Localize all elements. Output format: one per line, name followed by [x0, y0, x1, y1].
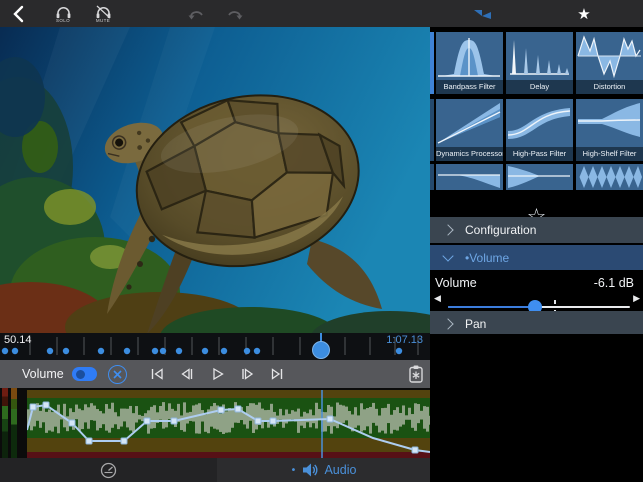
tile-label: Bandpass Filter [436, 80, 503, 94]
scrolled-tile-sliver [430, 99, 434, 161]
slider-increase-arrow[interactable]: ▶ [633, 294, 640, 304]
tile-label: High-Pass Filter [506, 147, 573, 161]
skip-to-start-button[interactable] [149, 366, 167, 382]
dynamics-fan-icon [436, 99, 503, 147]
delay-impulses-icon [506, 32, 573, 80]
section-label: Pan [465, 317, 486, 331]
section-volume[interactable]: •Volume [430, 245, 643, 270]
toggle-knob [76, 370, 85, 379]
section-configuration[interactable]: Configuration [430, 217, 643, 243]
step-back-icon [179, 366, 196, 382]
tab-audio[interactable]: • Audio [217, 458, 430, 482]
back-button[interactable] [6, 0, 30, 27]
undo-icon [187, 7, 205, 21]
favorites-star-button[interactable]: ★ [570, 0, 598, 27]
tab-audio-label: Audio [324, 463, 356, 477]
effect-tile-highpass[interactable]: High-Pass Filter [506, 99, 573, 161]
video-preview[interactable] [0, 27, 430, 333]
skip-to-end-button[interactable] [269, 366, 287, 382]
slider-detent-mark [554, 300, 556, 304]
skip-start-icon [149, 366, 166, 382]
effect-tile-notch[interactable] [506, 164, 573, 190]
volume-control-section: Volume -6.1 dB ◀ ▶ [430, 270, 643, 309]
audio-track-area [0, 388, 430, 458]
frame-forward-button[interactable] [239, 366, 257, 382]
tile-label: Dynamics Processor [436, 147, 503, 161]
headphones-mute-icon [95, 5, 112, 19]
top-toolbar: SOLO MUTE [0, 0, 643, 27]
solo-button[interactable]: SOLO [48, 0, 78, 27]
modified-dot: • [291, 465, 297, 476]
slider-decrease-arrow[interactable]: ◀ [434, 294, 441, 304]
audio-effects-icon [473, 7, 493, 20]
audio-level-meter-left [2, 388, 8, 458]
current-timecode: 50.14 [4, 334, 32, 346]
redo-button[interactable] [222, 0, 248, 27]
step-forward-icon [239, 366, 256, 382]
notch-curve-icon [506, 164, 573, 190]
effect-tile-tremolo[interactable] [576, 164, 643, 190]
sea-turtle-frame [0, 27, 430, 333]
effect-tile-delay[interactable]: Delay [506, 32, 573, 94]
effect-tile-highshelf[interactable]: High-Shelf Filter [576, 99, 643, 161]
circled-x-icon [113, 370, 122, 379]
lowshelf-curve-icon [436, 164, 503, 190]
skip-end-icon [269, 366, 286, 382]
chevron-right-icon [442, 318, 453, 329]
tab-speed[interactable] [0, 458, 217, 482]
reset-keyframes-button[interactable] [108, 365, 127, 384]
play-button[interactable] [209, 366, 227, 382]
tile-label: Delay [506, 80, 573, 94]
effect-tile-distortion[interactable]: Distortion [576, 32, 643, 94]
effect-tile-lowshelf[interactable] [436, 164, 503, 190]
section-label: •Volume [465, 251, 509, 265]
envelope-visibility-toggle[interactable] [72, 367, 97, 381]
star-icon: ★ [577, 5, 590, 23]
volume-control-label: Volume [435, 276, 477, 290]
mute-button[interactable]: MUTE [88, 0, 118, 27]
effect-tile-bandpass[interactable]: Bandpass Filter [436, 32, 503, 94]
ruler-marks [0, 333, 430, 360]
scrolled-tile-sliver [430, 164, 434, 190]
solo-label: SOLO [56, 18, 70, 23]
redo-icon [226, 7, 244, 21]
undo-button[interactable] [183, 0, 209, 27]
panel-empty-area [430, 334, 643, 482]
speaker-icon [302, 463, 318, 477]
volume-value: -6.1 dB [594, 276, 634, 290]
section-label: Configuration [465, 223, 536, 237]
highpass-curve-icon [506, 99, 573, 147]
audio-editor-app: SOLO MUTE [0, 0, 643, 482]
slider-fill [448, 306, 535, 308]
play-icon [209, 366, 226, 382]
tile-label: High-Shelf Filter [576, 147, 643, 161]
distorted-wave-icon [576, 32, 643, 80]
chevron-down-icon [442, 250, 453, 261]
highshelf-curve-icon [576, 99, 643, 147]
chevron-right-icon [442, 224, 453, 235]
clipboard-asterisk-icon [408, 364, 424, 384]
end-timecode[interactable]: 1:07.13 [386, 334, 423, 346]
headphones-icon [55, 5, 72, 19]
speed-gauge-icon [100, 462, 117, 479]
mute-label: MUTE [96, 18, 110, 23]
transport-bar: Volume [0, 360, 430, 388]
tile-label: Distortion [576, 80, 643, 94]
paste-attributes-button[interactable] [408, 364, 424, 389]
audio-effects-tab[interactable] [468, 0, 498, 27]
frame-back-button[interactable] [179, 366, 197, 382]
back-chevron-icon [12, 5, 25, 23]
audio-level-meter-right [11, 388, 17, 458]
tremolo-wave-icon [576, 164, 643, 190]
scrolled-tile-sliver [430, 32, 434, 94]
effect-tile-dynamics[interactable]: Dynamics Processor [436, 99, 503, 161]
audio-clip-waveform[interactable] [27, 390, 430, 458]
bottom-tab-bar: • Audio [0, 458, 430, 482]
envelope-mode-label: Volume [22, 367, 64, 381]
bandpass-curve-icon [436, 32, 503, 80]
timeline-ruler[interactable]: 50.14 1:07.13 [0, 333, 430, 360]
